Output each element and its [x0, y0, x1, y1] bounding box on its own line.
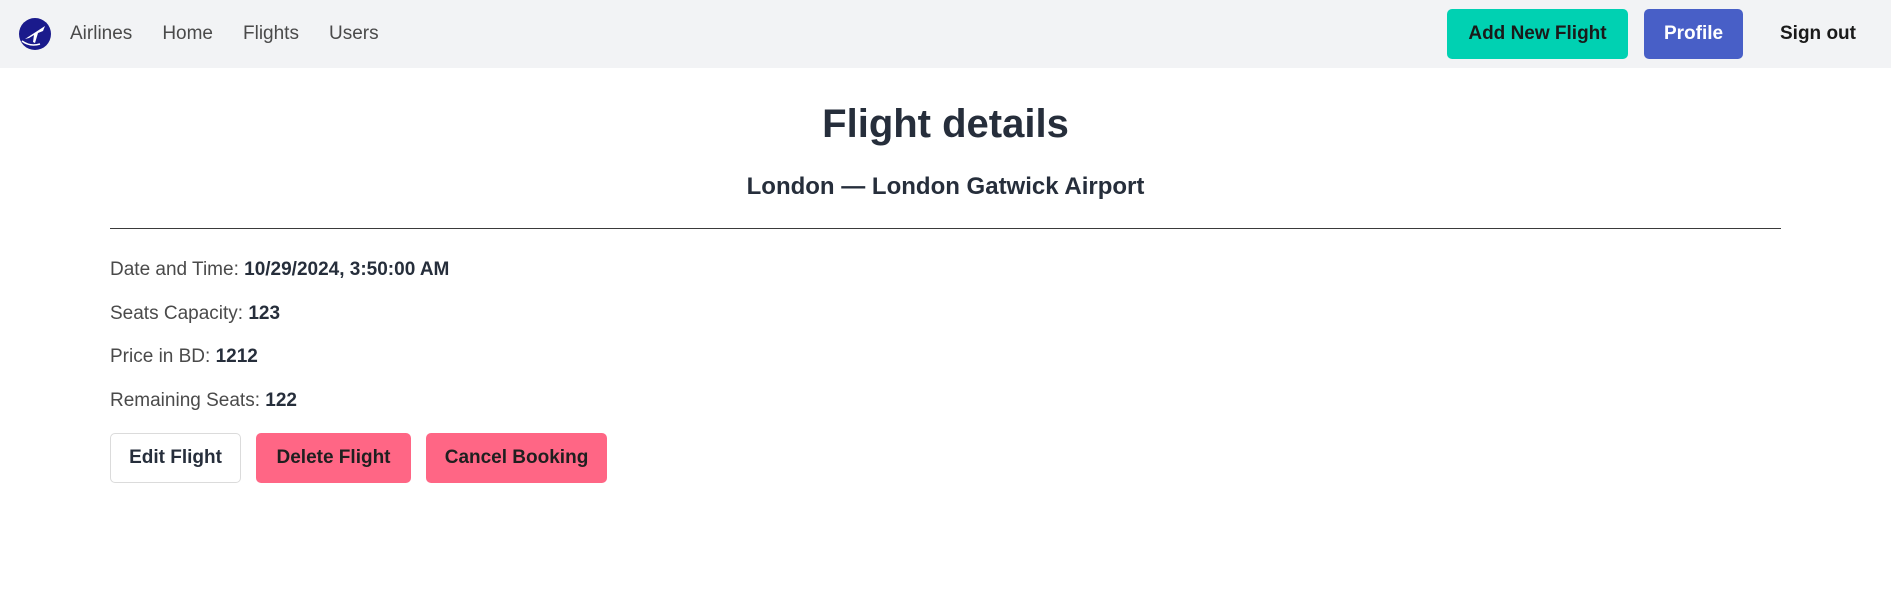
nav-link-users[interactable]: Users: [329, 23, 379, 45]
remaining-value: 122: [265, 389, 297, 411]
datetime-label: Date and Time:: [110, 259, 245, 281]
edit-flight-button[interactable]: Edit Flight: [110, 433, 241, 484]
flight-actions: Edit Flight Delete Flight Cancel Booking: [110, 433, 1781, 484]
detail-row-remaining: Remaining Seats: 122: [110, 390, 1781, 434]
flight-details: Date and Time: 10/29/2024, 3:50:00 AM Se…: [110, 229, 1781, 433]
delete-flight-button[interactable]: Delete Flight: [256, 433, 411, 484]
nav-link-flights[interactable]: Flights: [243, 23, 299, 45]
add-new-flight-button[interactable]: Add New Flight: [1447, 9, 1628, 59]
detail-row-datetime: Date and Time: 10/29/2024, 3:50:00 AM: [110, 259, 1781, 303]
profile-button[interactable]: Profile: [1644, 9, 1743, 59]
top-navbar: Airlines Home Flights Users Add New Flig…: [0, 0, 1891, 68]
nav-right: Add New Flight Profile Sign out: [1447, 9, 1873, 59]
remaining-label: Remaining Seats:: [110, 389, 266, 411]
nav-link-home[interactable]: Home: [162, 23, 213, 45]
nav-link-airlines[interactable]: Airlines: [70, 23, 132, 45]
detail-row-price: Price in BD: 1212: [110, 346, 1781, 390]
sign-out-button[interactable]: Sign out: [1763, 9, 1873, 59]
main-content: Flight details London — London Gatwick A…: [0, 68, 1891, 484]
price-label: Price in BD:: [110, 346, 216, 368]
price-value: 1212: [215, 346, 258, 368]
datetime-value: 10/29/2024, 3:50:00 AM: [244, 259, 450, 281]
airplane-logo-icon[interactable]: [18, 17, 52, 51]
capacity-value: 123: [248, 302, 281, 324]
capacity-label: Seats Capacity:: [110, 302, 249, 324]
detail-row-capacity: Seats Capacity: 123: [110, 303, 1781, 347]
cancel-booking-button[interactable]: Cancel Booking: [426, 433, 607, 484]
nav-left: Airlines Home Flights Users: [18, 17, 409, 51]
flight-route-subtitle: London — London Gatwick Airport: [746, 173, 1145, 200]
page-title: Flight details: [822, 102, 1069, 146]
